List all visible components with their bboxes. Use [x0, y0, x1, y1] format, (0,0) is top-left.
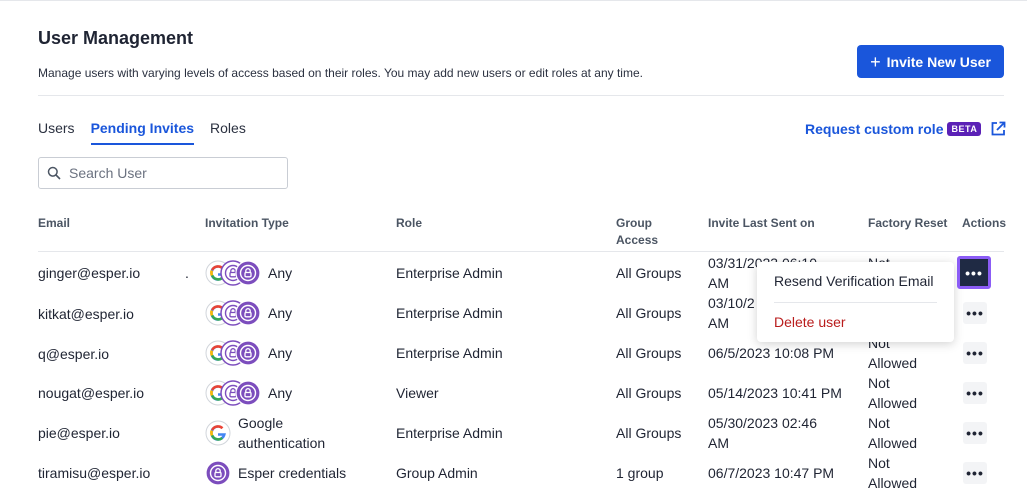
- column-header-role: Role: [396, 216, 423, 230]
- row-factory-reset-line2: Allowed: [868, 475, 918, 491]
- tab-pending-invites[interactable]: Pending Invites: [90, 120, 195, 145]
- request-custom-role-link[interactable]: Request custom role BETA: [805, 120, 1007, 138]
- row-invite-sent: 06/7/2023 10:47 PM: [708, 465, 835, 481]
- column-header-email: Email: [38, 216, 71, 230]
- row-invitation-type: Any: [268, 265, 293, 281]
- search-input[interactable]: [69, 165, 269, 181]
- row-invite-sent-line2: AM: [708, 435, 729, 451]
- row-factory-reset-line1: Not: [868, 375, 890, 391]
- google-icon: [205, 420, 231, 446]
- header-divider: [38, 95, 1004, 96]
- row-role: Enterprise Admin: [396, 425, 503, 441]
- row-factory-reset-line1: Not: [868, 415, 890, 431]
- table-header-divider: [38, 251, 1004, 252]
- column-header-actions: Actions: [962, 216, 1007, 230]
- row-group-access: All Groups: [616, 305, 682, 321]
- invitation-type-icons: [205, 340, 261, 366]
- plus-icon: +: [870, 51, 881, 72]
- esper-lock-icon: [235, 340, 261, 366]
- invite-new-user-label: Invite New User: [886, 53, 991, 70]
- row-invite-sent-line1: 03/10/2: [708, 295, 755, 311]
- delete-user-item[interactable]: Delete user: [774, 314, 846, 330]
- table-row: pie@esper.io Google authentication Enter…: [0, 413, 1027, 453]
- column-header-group-access: Group Access: [616, 215, 658, 249]
- resend-verification-email-item[interactable]: Resend Verification Email: [774, 273, 934, 289]
- invitation-type-icons: [205, 460, 231, 486]
- row-group-access: All Groups: [616, 425, 682, 441]
- row-actions-button-active[interactable]: •••: [957, 256, 991, 289]
- row-actions-button[interactable]: •••: [963, 462, 987, 484]
- row-role: Enterprise Admin: [396, 345, 503, 361]
- esper-lock-icon: [235, 260, 261, 286]
- esper-lock-icon: [235, 300, 261, 326]
- invitation-type-icons: [205, 300, 261, 326]
- external-link-icon: [991, 121, 1006, 136]
- search-icon: [47, 166, 61, 180]
- invitation-type-icons: [205, 260, 261, 286]
- row-group-access: All Groups: [616, 385, 682, 401]
- row-invitation-type: Any: [268, 385, 293, 401]
- row-actions-button[interactable]: •••: [963, 422, 987, 444]
- row-role: Group Admin: [396, 465, 478, 481]
- row-role: Enterprise Admin: [396, 305, 503, 321]
- invite-new-user-button[interactable]: + Invite New User: [857, 45, 1004, 78]
- beta-badge: BETA: [947, 122, 982, 136]
- row-actions-button[interactable]: •••: [963, 302, 987, 324]
- row-email: q@esper.io: [38, 346, 110, 362]
- row-factory-reset-line2: Allowed: [868, 355, 918, 371]
- row-invitation-type-line2: authentication: [238, 435, 326, 451]
- row-invite-sent: 06/5/2023 10:08 PM: [708, 345, 835, 361]
- row-group-access: All Groups: [616, 265, 682, 281]
- table-row: nougat@esper.io Any Viewer All Groups 05…: [0, 373, 1027, 413]
- row-factory-reset-line2: Allowed: [868, 395, 918, 411]
- search-box: [38, 157, 288, 189]
- row-email: kitkat@esper.io: [38, 306, 134, 322]
- invitation-type-icons: [205, 420, 231, 446]
- column-header-invite-last-sent: Invite Last Sent on: [708, 216, 815, 230]
- table-row: tiramisu@esper.io Esper credentials Grou…: [0, 453, 1027, 493]
- page-title: User Management: [38, 28, 194, 48]
- esper-lock-icon: [235, 380, 261, 406]
- row-actions-menu: Resend Verification Email Delete user: [757, 262, 954, 342]
- row-factory-reset-line1: Not: [868, 455, 890, 471]
- row-email: nougat@esper.io: [38, 385, 145, 401]
- row-group-access: All Groups: [616, 345, 682, 361]
- row-actions-button[interactable]: •••: [963, 382, 987, 404]
- column-header-group-access-line2: Access: [616, 233, 659, 247]
- column-header-group-access-line1: Group: [616, 216, 652, 230]
- row-invitation-type: Any: [268, 305, 293, 321]
- tab-bar: Users Pending Invites Roles: [38, 120, 246, 145]
- invitation-type-icons: [205, 380, 261, 406]
- row-email: ginger@esper.io: [38, 265, 141, 281]
- row-invite-sent-line1: 05/30/2023 02:46: [708, 415, 817, 431]
- row-factory-reset: Not Allowed: [868, 413, 917, 453]
- column-header-factory-reset: Factory Reset: [868, 216, 948, 230]
- menu-divider: [774, 302, 937, 303]
- stray-dot: .: [185, 265, 189, 281]
- row-group-access: 1 group: [616, 465, 664, 481]
- tab-users[interactable]: Users: [38, 120, 75, 145]
- row-factory-reset: Not Allowed: [868, 453, 917, 493]
- top-divider: [0, 0, 1027, 1]
- esper-lock-icon: [205, 460, 231, 486]
- row-invite-sent-line2: AM: [708, 315, 729, 331]
- row-factory-reset-line2: Allowed: [868, 435, 918, 451]
- row-invitation-type: Any: [268, 345, 293, 361]
- row-invite-sent: 05/14/2023 10:41 PM: [708, 385, 842, 401]
- row-factory-reset: Not Allowed: [868, 373, 917, 413]
- request-custom-role-label: Request custom role: [805, 121, 944, 137]
- tab-roles[interactable]: Roles: [210, 120, 246, 145]
- column-header-invitation-type: Invitation Type: [205, 216, 289, 230]
- row-role: Enterprise Admin: [396, 265, 503, 281]
- page-subtitle: Manage users with varying levels of acce…: [38, 66, 643, 80]
- row-invitation-type: Esper credentials: [238, 465, 347, 481]
- row-role: Viewer: [396, 385, 439, 401]
- row-invitation-type: Google authentication: [238, 413, 325, 453]
- row-email: pie@esper.io: [38, 425, 120, 441]
- row-invitation-type-line1: Google: [238, 415, 284, 431]
- row-actions-button[interactable]: •••: [963, 342, 987, 364]
- row-email: tiramisu@esper.io: [38, 465, 151, 481]
- row-invite-sent: 05/30/2023 02:46 AM: [708, 413, 817, 453]
- row-invite-sent: 03/10/2 AM: [708, 293, 755, 333]
